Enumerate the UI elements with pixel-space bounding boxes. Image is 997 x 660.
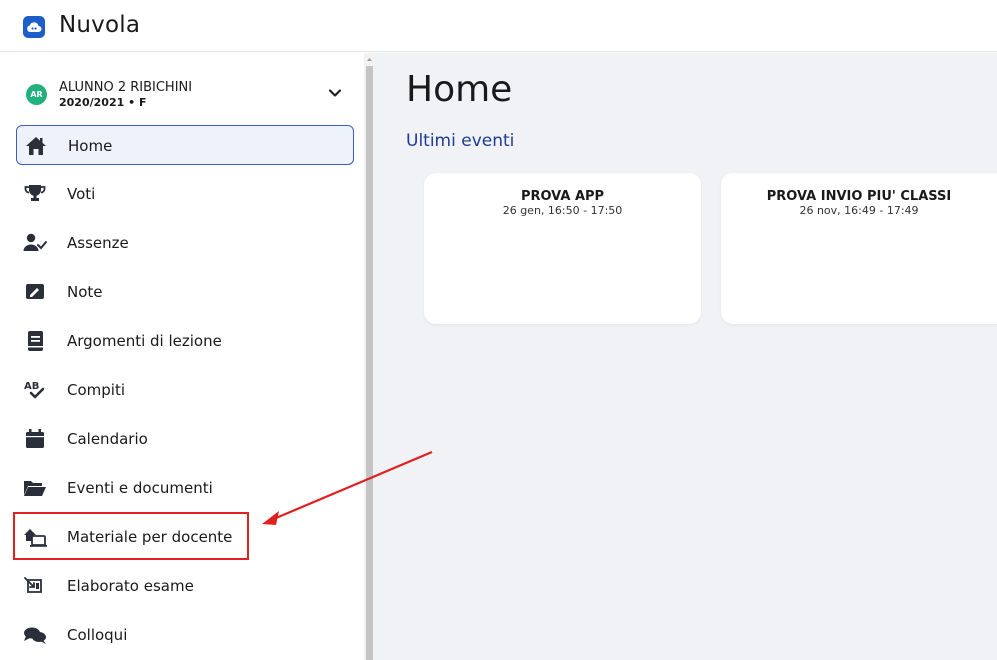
chevron-down-icon[interactable] — [328, 86, 342, 100]
sidebar-item-label: Colloqui — [67, 626, 128, 644]
user-name: ALUNNO 2 RIBICHINI — [59, 80, 193, 95]
user-selector[interactable]: AR ALUNNO 2 RIBICHINI 2020/2021 • F — [26, 80, 350, 112]
sidebar-item-home[interactable]: Home — [16, 125, 354, 165]
sidebar-item-label: Note — [67, 283, 103, 301]
scroll-up-icon[interactable] — [366, 56, 373, 63]
app-window: Nuvola AR ALUNNO 2 RIBICHINI 2020/2021 •… — [0, 0, 997, 660]
sidebar-item-elaborato-esame[interactable]: Elaborato esame — [16, 566, 354, 606]
sidebar-item-label: Assenze — [67, 234, 129, 252]
sidebar-item-label: Voti — [67, 185, 96, 203]
scrollbar-thumb[interactable] — [366, 66, 373, 660]
annotation-highlight-box — [13, 512, 249, 560]
sidebar-item-label: Home — [68, 137, 113, 155]
sidebar-item-label: Eventi e documenti — [67, 479, 213, 497]
sidebar-item-calendario[interactable]: Calendario — [16, 419, 354, 459]
avatar: AR — [26, 84, 47, 105]
sidebar-item-label: Calendario — [67, 430, 148, 448]
sidebar-item-voti[interactable]: Voti — [16, 174, 354, 214]
app-title: Nuvola — [59, 12, 141, 38]
event-time: 26 nov, 16:49 - 17:49 — [799, 204, 919, 217]
sidebar-item-note[interactable]: Note — [16, 272, 354, 312]
spellcheck-icon: AB — [23, 378, 47, 402]
sidebar-item-argomenti-di-lezione[interactable]: Argomenti di lezione — [16, 321, 354, 361]
user-class: 2020/2021 • F — [59, 96, 147, 109]
event-card[interactable]: PROVA INVIO PIU' CLASSI 26 nov, 16:49 - … — [721, 173, 997, 324]
page-title: Home — [406, 69, 513, 110]
note-icon — [23, 280, 47, 304]
sidebar-item-label: Elaborato esame — [67, 577, 194, 595]
cloud-logo-icon[interactable] — [23, 16, 45, 38]
chat-icon — [23, 623, 47, 647]
top-bar: Nuvola — [0, 0, 997, 52]
book-icon — [23, 329, 47, 353]
main-content: Home Ultimi eventi PROVA APP 26 gen, 16:… — [374, 53, 997, 660]
folder-open-icon — [23, 476, 47, 500]
calendar-icon — [23, 427, 47, 451]
event-time: 26 gen, 16:50 - 17:50 — [502, 204, 623, 217]
event-title: PROVA INVIO PIU' CLASSI — [766, 189, 952, 204]
event-card[interactable]: PROVA APP 26 gen, 16:50 - 17:50 — [424, 173, 701, 324]
sidebar-item-label: Argomenti di lezione — [67, 332, 222, 350]
sidebar-item-compiti[interactable]: AB Compiti — [16, 370, 354, 410]
sidebar: AR ALUNNO 2 RIBICHINI 2020/2021 • F Home… — [0, 53, 364, 660]
exam-icon — [23, 574, 47, 598]
sidebar-item-colloqui[interactable]: Colloqui — [16, 615, 354, 655]
trophy-icon — [23, 182, 47, 206]
sidebar-item-label: Compiti — [67, 381, 126, 399]
section-title: Ultimi eventi — [406, 131, 515, 151]
svg-text:AB: AB — [24, 381, 39, 392]
sidebar-item-assenze[interactable]: Assenze — [16, 223, 354, 263]
sidebar-item-eventi-e-documenti[interactable]: Eventi e documenti — [16, 468, 354, 508]
user-check-icon — [23, 231, 47, 255]
event-title: PROVA APP — [520, 189, 605, 204]
home-icon — [24, 134, 48, 158]
